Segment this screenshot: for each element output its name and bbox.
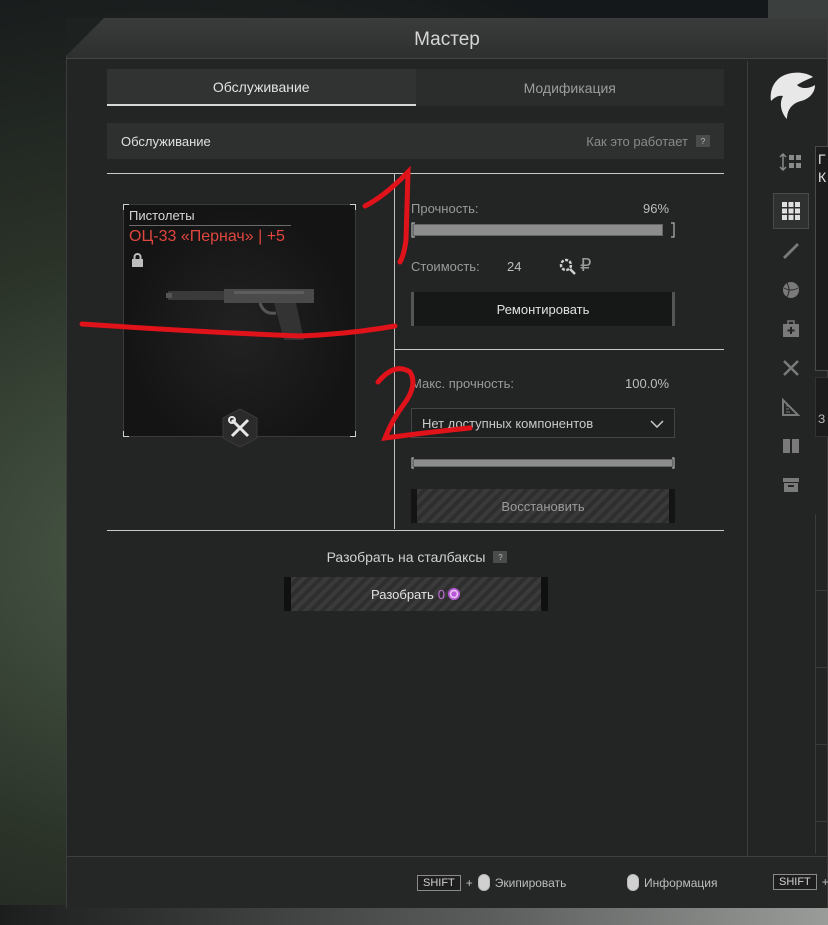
question-icon[interactable]: ? xyxy=(696,135,710,147)
grid-icon[interactable] xyxy=(773,193,809,229)
disassemble-header: Разобрать на сталбаксы ? xyxy=(67,549,767,565)
tab-maintenance[interactable]: Обслуживание xyxy=(107,69,416,106)
wrench-screwdriver-icon[interactable] xyxy=(220,408,260,448)
ruble-icon: ₽ xyxy=(580,255,592,275)
tab-modification[interactable]: Модификация xyxy=(415,69,724,106)
durability-value: 96% xyxy=(643,201,670,216)
gear-search-icon xyxy=(557,256,577,281)
inventory-item-edge: З xyxy=(815,377,828,437)
disassemble-title: Разобрать на сталбаксы xyxy=(326,549,486,565)
inventory-list-edge xyxy=(815,514,828,854)
repair-button[interactable]: Ремонтировать xyxy=(411,292,675,326)
question-icon[interactable]: ? xyxy=(493,551,508,563)
stalbucks-icon xyxy=(447,587,461,601)
cost-value: 24 xyxy=(507,259,522,274)
divider xyxy=(107,173,724,174)
edge-letter: З xyxy=(818,412,826,426)
ball-icon[interactable] xyxy=(773,272,809,308)
mouse-icon xyxy=(627,874,639,891)
divider xyxy=(107,530,724,531)
lock-icon xyxy=(131,253,144,272)
edge-letter: Г xyxy=(818,151,826,167)
box-icon[interactable] xyxy=(773,467,809,503)
durability-label: Прочность: xyxy=(411,201,479,216)
components-dropdown[interactable]: Нет доступных компонентов xyxy=(411,408,675,438)
dropdown-value: Нет доступных компонентов xyxy=(422,415,594,431)
equip-hint: SHIFT + Экипировать xyxy=(417,874,566,891)
equip-label: Экипировать xyxy=(494,875,567,890)
weapon-category: Пистолеты xyxy=(129,208,291,226)
cost-label: Стоимость: xyxy=(411,259,480,274)
tab-bar: Обслуживание Модификация xyxy=(107,69,724,106)
section-title: Обслуживание xyxy=(121,133,211,149)
help-link[interactable]: Как это работает ? xyxy=(586,134,710,149)
divider xyxy=(394,173,395,529)
chevron-down-icon xyxy=(650,416,664,431)
medkit-icon[interactable] xyxy=(773,311,809,347)
faction-eagle-icon xyxy=(765,69,819,128)
weapon-card[interactable]: Пистолеты ОЦ-33 «Пернач» | +5 xyxy=(123,204,356,448)
edge-letter: К xyxy=(818,169,827,185)
sort-icon[interactable] xyxy=(773,144,809,180)
inventory-panel-edge: Г К xyxy=(815,146,828,371)
max-durability-label: Макс. прочность: xyxy=(411,376,514,391)
max-durability-bar-frame xyxy=(411,457,675,469)
ruler-icon[interactable] xyxy=(773,389,809,425)
shift-key: SHIFT xyxy=(773,874,817,890)
tools-icon[interactable] xyxy=(773,350,809,386)
master-window: Мастер Обслуживание Модификация Обслужив… xyxy=(66,18,828,908)
window-title: Мастер xyxy=(414,29,480,50)
info-label: Информация xyxy=(644,875,718,890)
weapon-icon[interactable] xyxy=(773,233,809,269)
disassemble-button[interactable]: Разобрать 0 xyxy=(284,577,548,611)
titlebar: Мастер xyxy=(66,18,827,59)
extra-hint: SHIFT + xyxy=(773,874,828,890)
pistol-image xyxy=(164,285,314,350)
durability-bar-frame xyxy=(411,222,675,238)
weapon-name: ОЦ-33 «Пернач» | +5 xyxy=(129,228,285,245)
stalbucks-amount: 0 xyxy=(437,586,445,602)
max-durability-value: 100.0% xyxy=(625,376,670,391)
section-header: Обслуживание Как это работает ? xyxy=(107,123,724,159)
restore-button[interactable]: Восстановить xyxy=(411,489,675,523)
sidebar-divider xyxy=(747,61,748,856)
background-bottom xyxy=(0,905,828,925)
divider xyxy=(394,349,724,350)
shift-key: SHIFT xyxy=(417,874,461,891)
book-icon[interactable] xyxy=(773,428,809,464)
footer-hints: SHIFT + Экипировать Информация SHIFT + xyxy=(67,856,828,908)
mouse-icon xyxy=(477,874,490,891)
info-hint: Информация xyxy=(627,874,717,891)
disassemble-button-label: Разобрать xyxy=(371,586,434,602)
help-link-label: Как это работает xyxy=(586,133,688,149)
